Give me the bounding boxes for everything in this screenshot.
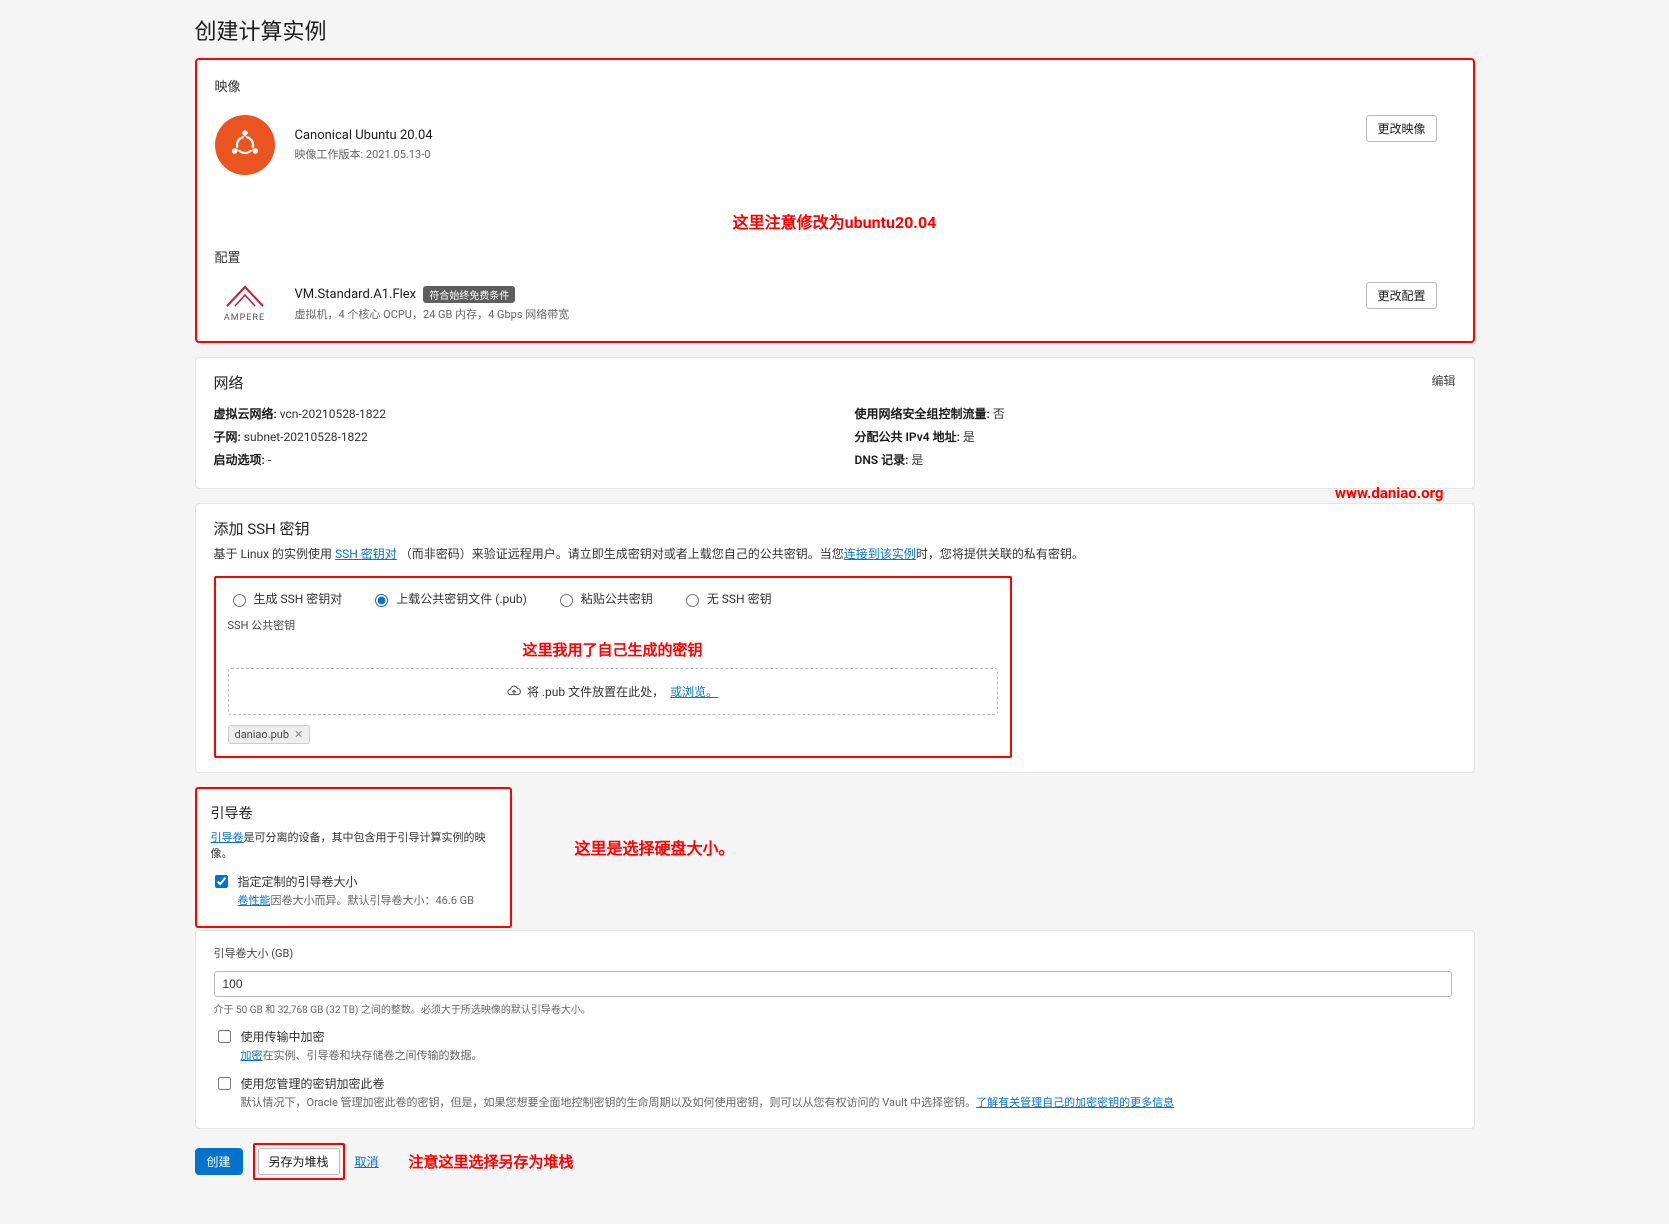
radio-upload[interactable] — [375, 594, 388, 607]
radio-paste[interactable] — [560, 594, 573, 607]
cb-encrypt-transit[interactable] — [218, 1030, 231, 1043]
vcn-label: 虚拟云网络: — [214, 407, 277, 421]
boot-desc-rest: 是可分离的设备，其中包含用于引导计算实例的映像。 — [211, 831, 486, 860]
chip-name: daniao.pub — [235, 728, 290, 741]
boot-heading: 引导卷 — [211, 803, 496, 823]
shape-section-label: 配置 — [215, 247, 1455, 266]
launch-label: 启动选项: — [214, 453, 265, 467]
ssh-heading: 添加 SSH 密钥 — [214, 518, 1456, 539]
ssh-option-generate[interactable]: 生成 SSH 密钥对 — [228, 590, 343, 607]
encrypt-link[interactable]: 加密 — [241, 1049, 263, 1062]
cb-custom-size-label: 指定定制的引导卷大小 — [238, 873, 475, 890]
launch-value: - — [268, 453, 271, 467]
nsg-label: 使用网络安全组控制流量: — [855, 407, 990, 421]
ssh-desc-3: 时，您将提供关联的私有密钥。 — [916, 547, 1084, 561]
boot-desc: 引导卷是可分离的设备，其中包含用于引导计算实例的映像。 — [211, 829, 496, 861]
boot-extra-panel: 引导卷大小 (GB) 介于 50 GB 和 32,768 GB (32 TB) … — [195, 930, 1475, 1129]
ssh-dropzone[interactable]: 将 .pub 文件放置在此处， 或浏览。 — [228, 668, 998, 715]
cb-encrypt-sub-rest: 在实例、引导卷和块存储卷之间传输的数据。 — [263, 1049, 483, 1062]
dns-value: 是 — [911, 453, 923, 467]
change-shape-button[interactable]: 更改配置 — [1366, 282, 1436, 309]
volume-perf-link[interactable]: 卷性能 — [238, 894, 271, 907]
cb-own-key-sub: 默认情况下，Oracle 管理加密此卷的密钥，但是，如果您想要全面地控制密钥的生… — [241, 1094, 1175, 1110]
ubuntu-icon — [215, 115, 275, 175]
footer-row: 创建 另存为堆栈 取消 注意这里选择另存为堆栈 — [195, 1143, 1475, 1180]
boot-annotation: 这里是选择硬盘大小。 — [575, 835, 735, 859]
image-shape-panel: 映像 Canonical Ubuntu 20.04 映像工作版本: 2021.0… — [195, 58, 1475, 343]
ssh-keypair-link[interactable]: SSH 密钥对 — [335, 547, 397, 561]
ampere-brand: AMPERE — [215, 313, 275, 323]
watermark: www.daniao.org — [1335, 484, 1444, 502]
ipv4-value: 是 — [963, 430, 975, 444]
image-version: 映像工作版本: 2021.05.13-0 — [295, 146, 433, 162]
network-heading: 网络 — [214, 372, 1456, 393]
shape-row: AMPERE VM.Standard.A1.Flex 符合始终免费条件 虚拟机，… — [215, 276, 1455, 327]
ssh-option-upload[interactable]: 上载公共密钥文件 (.pub) — [370, 590, 527, 607]
uploaded-file-chip: daniao.pub ✕ — [228, 725, 311, 744]
ampere-icon: AMPERE — [215, 284, 275, 323]
cb-own-key[interactable] — [218, 1077, 231, 1090]
radio-none-label: 无 SSH 密钥 — [707, 590, 772, 607]
cancel-link[interactable]: 取消 — [355, 1153, 379, 1170]
shape-name-text: VM.Standard.A1.Flex — [295, 286, 417, 301]
ipv4-label: 分配公共 IPv4 地址: — [855, 430, 960, 444]
free-badge: 符合始终免费条件 — [423, 286, 515, 303]
page-title: 创建计算实例 — [195, 14, 1475, 46]
cb-encrypt-sub: 加密在实例、引导卷和块存储卷之间传输的数据。 — [241, 1047, 483, 1063]
radio-generate-label: 生成 SSH 密钥对 — [254, 590, 343, 607]
ssh-option-paste[interactable]: 粘贴公共密钥 — [555, 590, 653, 607]
boot-size-label: 引导卷大小 (GB) — [214, 945, 1456, 961]
upload-icon — [507, 685, 521, 699]
cb-custom-size-sub-rest: 因卷大小而异。默认引导卷大小：46.6 GB — [271, 894, 475, 907]
ssh-description: 基于 Linux 的实例使用 SSH 密钥对 （而非密码）来验证远程用户。请立即… — [214, 545, 1456, 562]
vcn-value: vcn-20210528-1822 — [280, 407, 386, 421]
browse-link[interactable]: 或浏览。 — [670, 683, 718, 700]
boot-size-input[interactable] — [214, 971, 1452, 997]
ssh-panel: www.daniao.org 添加 SSH 密钥 基于 Linux 的实例使用 … — [195, 503, 1475, 773]
dropzone-text: 将 .pub 文件放置在此处， — [527, 683, 664, 700]
radio-none[interactable] — [686, 594, 699, 607]
cb-encrypt-label: 使用传输中加密 — [241, 1028, 483, 1045]
subnet-value: subnet-20210528-1822 — [244, 430, 368, 444]
subnet-label: 子网: — [214, 430, 241, 444]
ssh-annotation: 这里我用了自己生成的密钥 — [228, 639, 998, 660]
ssh-pubkey-label: SSH 公共密钥 — [228, 617, 998, 633]
radio-paste-label: 粘贴公共密钥 — [581, 590, 653, 607]
chip-remove-icon[interactable]: ✕ — [294, 728, 303, 741]
image-name: Canonical Ubuntu 20.04 — [295, 128, 433, 143]
edit-network-link[interactable]: 编辑 — [1431, 372, 1455, 389]
ssh-desc-1: 基于 Linux 的实例使用 — [214, 547, 336, 561]
ssh-connect-link[interactable]: 连接到该实例 — [844, 547, 916, 561]
nsg-value: 否 — [993, 407, 1005, 421]
boot-volume-link[interactable]: 引导卷 — [211, 831, 244, 844]
cb-own-key-sub-prefix: 默认情况下，Oracle 管理加密此卷的密钥，但是，如果您想要全面地控制密钥的生… — [241, 1096, 977, 1109]
shape-spec: 虚拟机，4 个核心 OCPU，24 GB 内存，4 Gbps 网络带宽 — [295, 306, 570, 322]
cb-custom-size-sub: 卷性能因卷大小而异。默认引导卷大小：46.6 GB — [238, 892, 475, 908]
create-button[interactable]: 创建 — [195, 1148, 243, 1175]
shape-name: VM.Standard.A1.Flex 符合始终免费条件 — [295, 286, 570, 303]
own-key-learn-link[interactable]: 了解有关管理自己的加密密钥的更多信息 — [976, 1096, 1174, 1109]
change-image-button[interactable]: 更改映像 — [1366, 115, 1436, 142]
cb-custom-size[interactable] — [215, 875, 228, 888]
cb-own-key-label: 使用您管理的密钥加密此卷 — [241, 1075, 1175, 1092]
ssh-option-none[interactable]: 无 SSH 密钥 — [681, 590, 772, 607]
ssh-options-box: 生成 SSH 密钥对 上载公共密钥文件 (.pub) 粘贴公共密钥 无 SSH … — [214, 576, 1012, 758]
boot-size-hint: 介于 50 GB 和 32,768 GB (32 TB) 之间的整数。必须大于所… — [214, 1001, 1456, 1016]
dns-label: DNS 记录: — [855, 453, 909, 467]
image-annotation: 这里注意修改为ubuntu20.04 — [215, 209, 1455, 233]
save-stack-highlight: 另存为堆栈 — [253, 1143, 345, 1180]
network-panel: 网络 编辑 虚拟云网络: vcn-20210528-1822 子网: subne… — [195, 357, 1475, 489]
radio-generate[interactable] — [233, 594, 246, 607]
image-row: Canonical Ubuntu 20.04 映像工作版本: 2021.05.1… — [215, 105, 1455, 195]
footer-annotation: 注意这里选择另存为堆栈 — [409, 1151, 574, 1172]
radio-upload-label: 上载公共密钥文件 (.pub) — [396, 590, 527, 607]
ssh-desc-2: （而非密码）来验证远程用户。请立即生成密钥对或者上载您自己的公共密钥。当您 — [397, 547, 844, 561]
boot-volume-panel: 引导卷 引导卷是可分离的设备，其中包含用于引导计算实例的映像。 指定定制的引导卷… — [195, 787, 512, 928]
image-section-label: 映像 — [215, 76, 1455, 95]
save-as-stack-button[interactable]: 另存为堆栈 — [258, 1148, 340, 1175]
